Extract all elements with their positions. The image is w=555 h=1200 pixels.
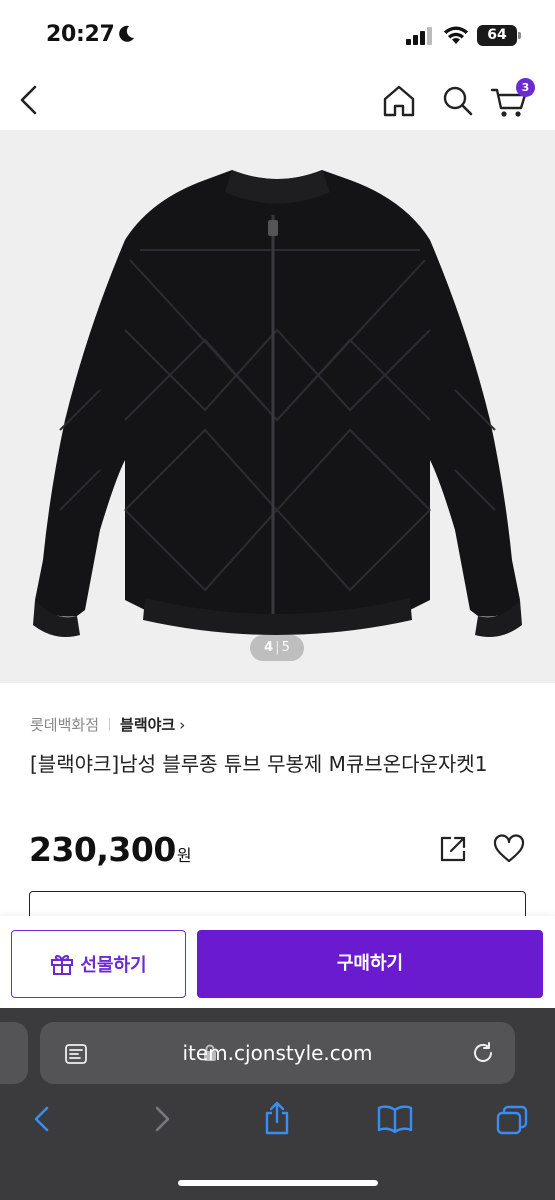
status-bar: 20:27 64: [0, 0, 555, 70]
breadcrumb-divider: [109, 718, 111, 731]
share-button[interactable]: [438, 834, 468, 864]
top-nav: [0, 70, 555, 130]
address-bar[interactable]: item.cjonstyle.com: [40, 1022, 515, 1084]
browser-back-button[interactable]: [28, 1104, 56, 1134]
moon-icon: [119, 25, 134, 42]
product-title: [블랙야크]남성 블루종 튜브 무봉제 M큐브온다운자켓1: [30, 752, 488, 776]
buy-button[interactable]: 구매하기: [197, 930, 543, 998]
like-button[interactable]: [493, 834, 525, 864]
price-currency: 원: [176, 846, 192, 865]
battery-tip: [518, 32, 521, 39]
previous-tab-preview[interactable]: [0, 1022, 28, 1084]
wifi-icon: [444, 26, 468, 44]
product-image: [33, 170, 522, 638]
status-time: 20:27: [46, 22, 115, 47]
browser-share-button[interactable]: [261, 1100, 293, 1136]
bookmarks-button[interactable]: [376, 1104, 414, 1134]
brand-link[interactable]: 블랙야크: [120, 714, 175, 735]
url-text: item.cjonstyle.com: [182, 1041, 373, 1065]
back-button[interactable]: [14, 82, 44, 118]
search-button[interactable]: [440, 84, 476, 118]
tabs-button[interactable]: [495, 1104, 529, 1136]
reload-icon[interactable]: [470, 1040, 496, 1066]
counter-total: 5: [281, 640, 290, 655]
cart-count-badge: 3: [516, 78, 535, 97]
counter-separator: |: [275, 640, 280, 655]
home-indicator[interactable]: [178, 1180, 378, 1186]
counter-current: 4: [264, 640, 274, 655]
gift-button-label: 선물하기: [80, 955, 147, 976]
store-name: 롯데백화점: [30, 716, 100, 734]
battery-indicator: 64: [477, 25, 517, 46]
purchase-action-bar: 선물하기 구매하기: [0, 916, 555, 1008]
breadcrumb: 롯데백화점 블랙야크 ›: [30, 714, 185, 735]
gift-button[interactable]: 선물하기: [11, 930, 186, 998]
chevron-right-icon: ›: [179, 715, 186, 734]
product-price: 230,300원: [29, 830, 192, 869]
product-image-carousel[interactable]: [0, 130, 555, 683]
browser-chrome: item.cjonstyle.com: [0, 1008, 555, 1200]
gift-icon: [51, 954, 74, 975]
signal-icon: [406, 27, 432, 45]
browser-forward-button[interactable]: [148, 1104, 176, 1134]
image-page-counter: 4 | 5: [250, 635, 304, 661]
price-value: 230,300: [29, 830, 176, 869]
home-button[interactable]: [381, 84, 417, 118]
